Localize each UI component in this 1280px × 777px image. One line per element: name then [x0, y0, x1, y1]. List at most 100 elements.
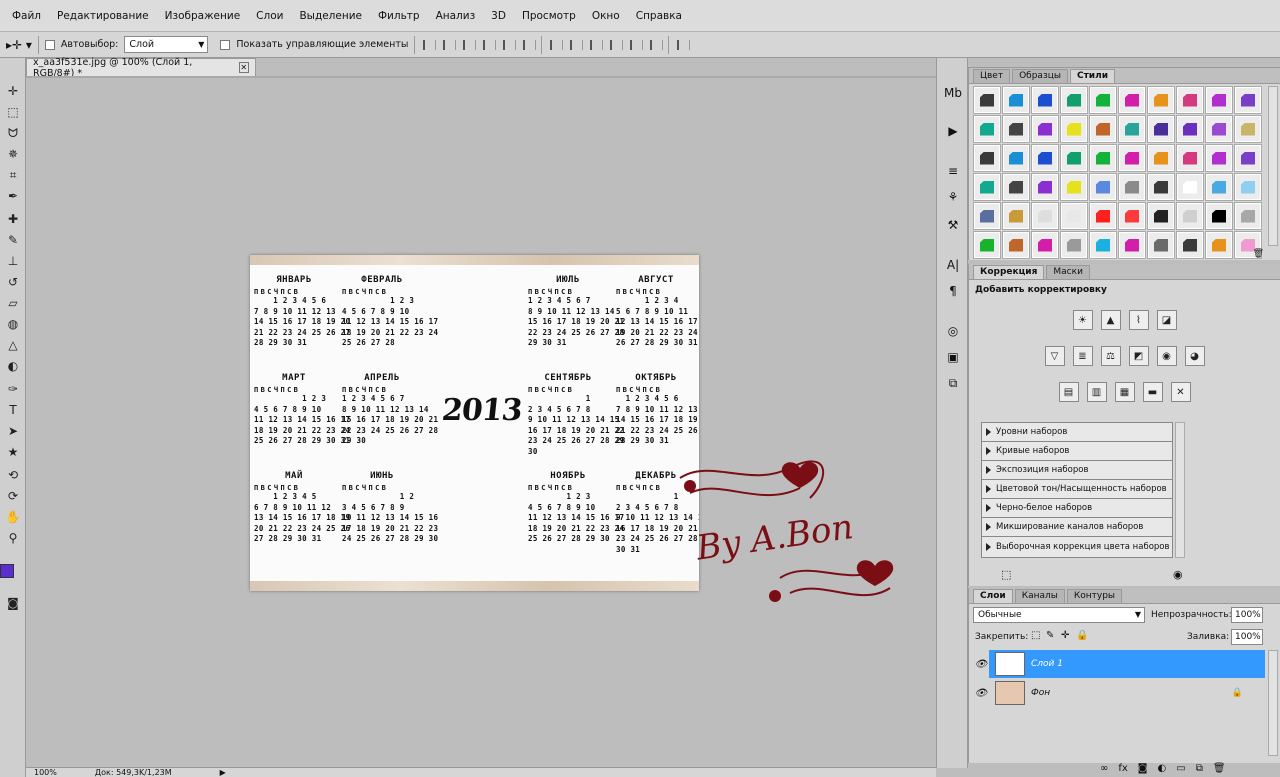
preset-levels[interactable]: Уровни наборов — [982, 423, 1172, 442]
exposure-icon[interactable]: ◪ — [1156, 310, 1177, 330]
style-swatch[interactable] — [1002, 86, 1030, 114]
style-swatch[interactable] — [1176, 86, 1204, 114]
align-top-icon[interactable] — [421, 39, 437, 51]
style-swatch[interactable] — [1176, 144, 1204, 172]
actions-icon[interactable]: ▶ — [943, 122, 963, 140]
dodge-tool-icon[interactable]: ◐ — [3, 357, 23, 375]
align-right-icon[interactable] — [521, 39, 537, 51]
color-balance-icon[interactable]: ⚖ — [1100, 346, 1121, 366]
preset-exposure[interactable]: Экспозиция наборов — [982, 461, 1172, 480]
style-swatch[interactable] — [973, 173, 1001, 201]
quick-select-tool-icon[interactable]: ✵ — [3, 145, 23, 163]
align-bottom-icon[interactable] — [461, 39, 477, 51]
curves-icon[interactable]: ⌇ — [1128, 310, 1149, 330]
new-adjustment-icon[interactable]: ◐ — [1158, 763, 1167, 774]
style-swatch[interactable] — [973, 144, 1001, 172]
calendar-image[interactable]: 2013 ЯНВАРЬ ПВСЧПСВ 1 2 3 4 5 67 8 9 10 1… — [250, 255, 699, 591]
style-swatch[interactable] — [1002, 231, 1030, 259]
preset-black-white[interactable]: Черно-белое наборов — [982, 499, 1172, 518]
autoselect-dropdown[interactable]: Слой ▼ — [124, 36, 209, 53]
hand-tool-icon[interactable]: ✋ — [3, 508, 23, 526]
3d-icon[interactable]: ◎ — [943, 322, 963, 340]
align-vcenter-icon[interactable] — [441, 39, 457, 51]
style-swatch[interactable] — [1205, 86, 1233, 114]
style-swatch[interactable] — [1176, 202, 1204, 230]
history-brush-tool-icon[interactable]: ↺ — [3, 273, 23, 291]
menu-analysis[interactable]: Анализ — [428, 10, 484, 22]
layer-style-icon[interactable]: fx — [1118, 763, 1127, 774]
preset-selective-color[interactable]: Выборочная коррекция цвета наборов — [982, 537, 1172, 556]
fill-input[interactable]: 100% — [1231, 629, 1263, 645]
tab-styles[interactable]: Стили — [1069, 69, 1115, 83]
style-swatch[interactable] — [1147, 231, 1175, 259]
menu-help[interactable]: Справка — [628, 10, 690, 22]
style-swatch[interactable] — [1031, 231, 1059, 259]
layer-name[interactable]: Фон — [1031, 688, 1050, 698]
style-swatch[interactable] — [1205, 231, 1233, 259]
style-swatch[interactable] — [1002, 144, 1030, 172]
style-swatch[interactable] — [1234, 86, 1262, 114]
shape-tool-icon[interactable]: ★ — [3, 443, 23, 461]
menu-view[interactable]: Просмотр — [514, 10, 584, 22]
lasso-tool-icon[interactable]: ᗢ — [3, 124, 23, 142]
paint-bucket-tool-icon[interactable]: ◍ — [3, 315, 23, 333]
brush-tool-icon[interactable]: ✎ — [3, 231, 23, 249]
crop-tool-icon[interactable]: ⌗ — [3, 166, 23, 184]
link-layers-icon[interactable]: ∞ — [1100, 763, 1108, 774]
brush-presets-icon[interactable]: ≡ — [943, 162, 963, 180]
style-swatch[interactable] — [1205, 173, 1233, 201]
style-swatch[interactable] — [1176, 231, 1204, 259]
style-swatch[interactable] — [1089, 144, 1117, 172]
zoom-level[interactable]: 100% — [34, 768, 57, 777]
style-swatch[interactable] — [1031, 115, 1059, 143]
opacity-input[interactable]: 100% — [1231, 607, 1263, 623]
menu-select[interactable]: Выделение — [291, 10, 370, 22]
style-swatch[interactable] — [1234, 144, 1262, 172]
style-swatch[interactable] — [1176, 115, 1204, 143]
black-white-icon[interactable]: ◩ — [1128, 346, 1149, 366]
layer-row-selected[interactable]: 👁 Слой 1 — [973, 650, 1265, 678]
show-controls-checkbox[interactable] — [220, 39, 231, 50]
style-swatch[interactable] — [1089, 202, 1117, 230]
style-swatch[interactable] — [1234, 115, 1262, 143]
move-tool-icon[interactable]: ✛ — [3, 82, 23, 100]
vibrance-icon[interactable]: ▽ — [1044, 346, 1065, 366]
menu-3d[interactable]: 3D — [483, 10, 514, 22]
clone-source-icon[interactable]: ⚘ — [943, 188, 963, 206]
presets-scrollbar[interactable] — [1175, 422, 1185, 558]
style-swatch[interactable] — [1060, 115, 1088, 143]
history-icon[interactable]: ⧉ — [943, 374, 963, 392]
tab-paths[interactable]: Контуры — [1066, 589, 1123, 603]
clone-stamp-tool-icon[interactable]: ⊥ — [3, 252, 23, 270]
preset-curves[interactable]: Кривые наборов — [982, 442, 1172, 461]
style-swatch[interactable] — [1089, 86, 1117, 114]
style-swatch[interactable] — [973, 202, 1001, 230]
preset-channel-mixer[interactable]: Микширование каналов наборов — [982, 518, 1172, 537]
style-swatch[interactable] — [1118, 144, 1146, 172]
style-swatch[interactable] — [1118, 115, 1146, 143]
style-swatch[interactable] — [1060, 202, 1088, 230]
style-swatch[interactable] — [1147, 173, 1175, 201]
align-left-icon[interactable] — [481, 39, 497, 51]
style-swatch[interactable] — [1118, 202, 1146, 230]
style-swatch[interactable] — [1031, 144, 1059, 172]
tool-presets-icon[interactable]: ⚒ — [943, 216, 963, 234]
style-swatch[interactable] — [1060, 231, 1088, 259]
style-swatch[interactable] — [973, 86, 1001, 114]
brightness-icon[interactable]: ☀ — [1072, 310, 1093, 330]
style-swatch[interactable] — [1147, 86, 1175, 114]
style-swatch[interactable] — [973, 115, 1001, 143]
character-icon[interactable]: A| — [943, 256, 963, 274]
style-swatch[interactable] — [1031, 202, 1059, 230]
preset-hue-saturation[interactable]: Цветовой тон/Насыщенность наборов — [982, 480, 1172, 499]
3d-rotate-tool-icon[interactable]: ⟲ — [3, 466, 23, 484]
play-icon[interactable]: ▶ — [220, 768, 226, 777]
tab-color[interactable]: Цвет — [973, 69, 1011, 83]
paragraph-icon[interactable]: ¶ — [943, 282, 963, 300]
style-swatch[interactable] — [1060, 86, 1088, 114]
tab-swatches[interactable]: Образцы — [1012, 69, 1068, 83]
style-swatch[interactable] — [1002, 173, 1030, 201]
styles-scrollbar[interactable] — [1268, 86, 1278, 246]
layer-name[interactable]: Слой 1 — [1031, 659, 1063, 669]
style-swatch[interactable] — [1205, 115, 1233, 143]
